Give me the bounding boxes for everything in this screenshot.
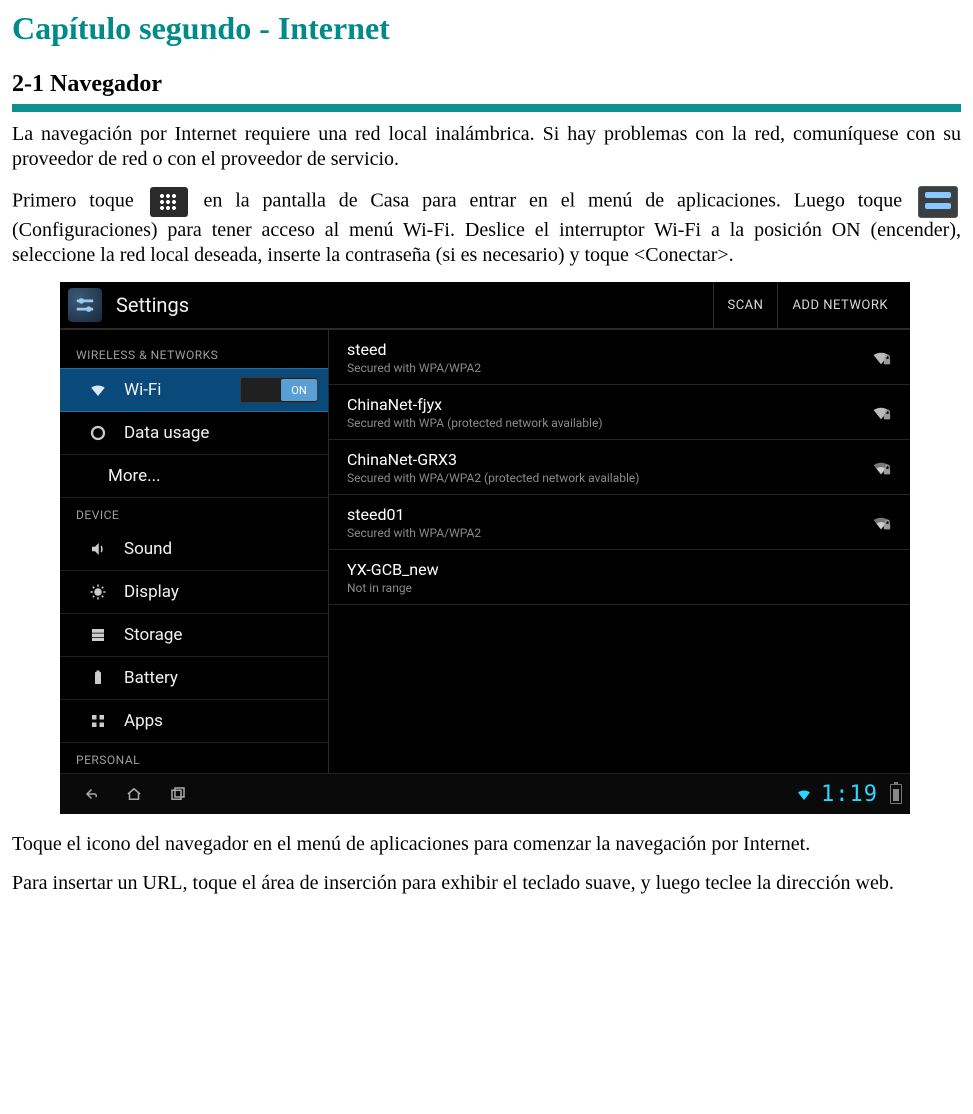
wifi-network-row[interactable]: ChinaNet-fjyx Secured with WPA (protecte… [329, 385, 910, 440]
app-title: Settings [116, 293, 189, 317]
sidebar-item-label: Sound [124, 539, 172, 559]
sidebar-item-label: Battery [124, 668, 178, 688]
settings-app-icon[interactable] [68, 288, 102, 322]
sidebar-item-storage[interactable]: Storage [60, 614, 328, 657]
sidebar-item-sound[interactable]: Sound [60, 528, 328, 571]
wifi-security: Secured with WPA/WPA2 [347, 361, 870, 375]
paragraph-browser: Toque el icono del navegador en el menú … [12, 832, 961, 857]
wifi-network-row[interactable]: YX-GCB_new Not in range [329, 550, 910, 605]
recent-apps-button[interactable] [156, 774, 200, 814]
paragraph-intro: La navegación por Internet requiere una … [12, 122, 961, 172]
para2-text-b: en la pantalla de Casa para entrar en el… [203, 190, 915, 212]
sidebar-item-label: Wi-Fi [124, 380, 161, 400]
wifi-ssid: steed01 [347, 505, 870, 524]
back-button[interactable] [68, 774, 112, 814]
titlebar: Settings SCAN ADD NETWORK [60, 282, 910, 330]
para2-text-c: (Configuraciones) para tener acceso al m… [12, 219, 961, 266]
section-title: 2-1 Navegador [12, 71, 961, 98]
sidebar-item-label: Storage [124, 625, 182, 645]
wifi-security: Not in range [347, 581, 870, 595]
paragraph-url: Para insertar un URL, toque el área de i… [12, 871, 961, 896]
sidebar-category-personal: PERSONAL [60, 743, 328, 773]
wifi-ssid: ChinaNet-fjyx [347, 395, 870, 414]
wifi-toggle-knob: ON [281, 379, 317, 401]
wifi-security: Secured with WPA (protected network avai… [347, 416, 870, 430]
add-network-button[interactable]: ADD NETWORK [777, 282, 902, 328]
paragraph-steps: Primero toque en la pantalla de Casa par… [12, 186, 961, 268]
sidebar-item-label: Apps [124, 711, 163, 731]
wifi-network-row[interactable]: steed Secured with WPA/WPA2 [329, 330, 910, 385]
sidebar-item-label: More... [108, 466, 161, 486]
sidebar-item-label: Data usage [124, 423, 209, 443]
wifi-signal-icon [870, 566, 892, 588]
wifi-toggle[interactable]: ON [240, 377, 318, 403]
sidebar-item-label: Display [124, 582, 179, 602]
home-button[interactable] [112, 774, 156, 814]
sidebar: WIRELESS & NETWORKS Wi-Fi ON Data usage … [60, 330, 328, 773]
display-icon [88, 582, 108, 602]
sidebar-item-battery[interactable]: Battery [60, 657, 328, 700]
data-usage-icon [88, 423, 108, 443]
sidebar-item-data-usage[interactable]: Data usage [60, 412, 328, 455]
para2-text-a: Primero toque [12, 190, 147, 212]
wifi-ssid: steed [347, 340, 870, 359]
wifi-network-row[interactable]: steed01 Secured with WPA/WPA2 [329, 495, 910, 550]
sound-icon [88, 539, 108, 559]
status-clock: 1:19 [821, 782, 878, 807]
sidebar-category-wireless: WIRELESS & NETWORKS [60, 338, 328, 368]
wifi-signal-lock-icon [870, 456, 892, 478]
wifi-network-row[interactable]: ChinaNet-GRX3 Secured with WPA/WPA2 (pro… [329, 440, 910, 495]
system-navbar: 1:19 [60, 773, 910, 814]
storage-icon [88, 625, 108, 645]
sidebar-category-device: DEVICE [60, 498, 328, 528]
wifi-signal-lock-icon [870, 511, 892, 533]
battery-icon [88, 668, 108, 688]
sidebar-item-wifi[interactable]: Wi-Fi ON [60, 368, 328, 412]
section-rule [12, 104, 961, 112]
chapter-title: Capítulo segundo - Internet [12, 10, 961, 47]
sidebar-item-display[interactable]: Display [60, 571, 328, 614]
apps-grid-icon [150, 187, 188, 217]
wifi-ssid: ChinaNet-GRX3 [347, 450, 870, 469]
wifi-security: Secured with WPA/WPA2 [347, 526, 870, 540]
wifi-ssid: YX-GCB_new [347, 560, 870, 579]
status-wifi-icon [795, 785, 813, 803]
apps-icon [88, 711, 108, 731]
scan-button[interactable]: SCAN [713, 282, 778, 328]
settings-sliders-icon [918, 186, 958, 218]
sidebar-item-apps[interactable]: Apps [60, 700, 328, 743]
status-battery-icon [890, 784, 902, 804]
sidebar-item-more[interactable]: More... [60, 455, 328, 498]
wifi-network-list: steed Secured with WPA/WPA2 ChinaNet-fjy… [328, 330, 910, 773]
wifi-icon [88, 380, 108, 400]
wifi-security: Secured with WPA/WPA2 (protected network… [347, 471, 870, 485]
settings-screenshot: Settings SCAN ADD NETWORK WIRELESS & NET… [60, 282, 910, 814]
wifi-signal-lock-icon [870, 346, 892, 368]
wifi-signal-lock-icon [870, 401, 892, 423]
